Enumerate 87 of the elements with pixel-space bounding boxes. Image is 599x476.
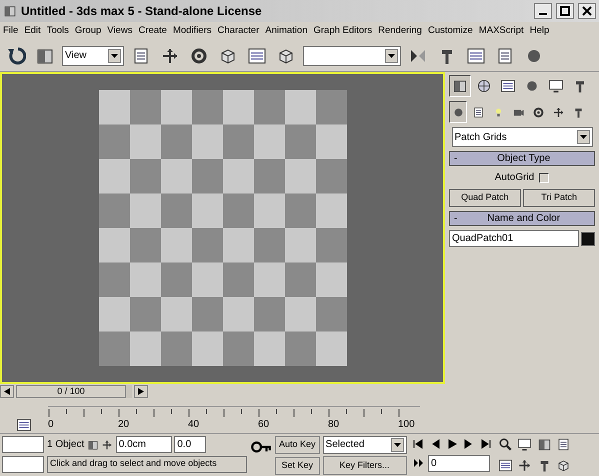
category-dropdown[interactable]: Patch Grids xyxy=(452,127,592,147)
close-icon xyxy=(581,5,593,17)
gear-icon xyxy=(532,106,544,118)
color-swatch[interactable] xyxy=(581,232,595,246)
set-key-button[interactable]: Set Key xyxy=(275,456,320,475)
object-type-button[interactable]: Tri Patch xyxy=(523,189,595,207)
zoom-icon xyxy=(498,437,513,452)
selection-count: 1 Object xyxy=(47,438,84,452)
auto-key-button[interactable]: Auto Key xyxy=(275,436,320,454)
menu-item[interactable]: Character xyxy=(218,24,260,38)
panel-tab[interactable] xyxy=(449,75,471,97)
menu-item[interactable]: Create xyxy=(138,24,167,38)
maxscript-listener-field[interactable] xyxy=(2,456,44,472)
maximize-icon xyxy=(559,5,571,17)
cube-icon xyxy=(556,458,572,473)
object-name-field[interactable]: QuadPatch01 xyxy=(449,230,578,247)
menu-item[interactable]: Customize xyxy=(428,24,473,38)
menu-item[interactable]: Rendering xyxy=(378,24,422,38)
autogrid-checkbox[interactable] xyxy=(539,172,550,182)
box-icon xyxy=(536,437,552,452)
selection-set-dropdown[interactable] xyxy=(303,46,401,66)
key-filters-button[interactable]: Key Filters... xyxy=(322,456,407,475)
box-icon xyxy=(452,78,468,94)
play-icon xyxy=(446,438,458,450)
dropdown-arrow-icon xyxy=(394,442,401,447)
object-type-button[interactable]: Quad Patch xyxy=(449,189,521,207)
arrows-icon xyxy=(517,458,532,473)
dropdown-arrow-icon xyxy=(111,54,118,58)
list-icon xyxy=(500,78,516,94)
next-frame-button[interactable] xyxy=(134,384,148,398)
name-and-color-rollout-header[interactable]: - Name and Color xyxy=(449,211,595,226)
list-icon xyxy=(466,46,486,66)
tick-label: 60 xyxy=(258,418,270,432)
menu-item[interactable]: File xyxy=(3,24,18,38)
go-to-end-icon xyxy=(480,438,492,450)
tick-label: 40 xyxy=(188,418,200,432)
doc-icon xyxy=(556,437,572,452)
menu-item[interactable]: Graph Editors xyxy=(313,24,372,38)
menu-item[interactable]: Tools xyxy=(46,24,69,38)
dropdown-arrow-icon xyxy=(388,54,395,58)
monitor-icon xyxy=(517,437,532,452)
previous-frame-button[interactable] xyxy=(0,384,14,398)
key-mode-dropdown[interactable]: Selected xyxy=(322,436,407,454)
dropdown-arrow-icon xyxy=(580,135,586,139)
list-icon xyxy=(498,458,513,473)
doc-icon xyxy=(472,106,484,118)
double-arrow-icon xyxy=(412,457,424,469)
sphere-icon xyxy=(452,106,464,118)
monitor-icon xyxy=(548,78,564,94)
undo-icon xyxy=(6,46,26,66)
tick-label: 20 xyxy=(118,418,130,432)
reference-dropdown[interactable]: View xyxy=(62,46,124,66)
menu-item[interactable]: MAXScript xyxy=(478,24,524,38)
menu-item[interactable]: Help xyxy=(530,24,550,38)
menu-item[interactable]: Group xyxy=(74,24,102,38)
autogrid-label: AutoGrid xyxy=(494,171,534,185)
window-title: Untitled - 3ds max 5 - Stand-alone License xyxy=(21,3,263,20)
menu-item[interactable]: Views xyxy=(107,24,132,38)
tick-label: 80 xyxy=(328,418,340,432)
arrows-icon xyxy=(552,106,564,118)
viewport-navigation-button[interactable] xyxy=(516,436,534,453)
viewport-navigation-button[interactable] xyxy=(496,436,514,453)
go-to-start-icon xyxy=(412,438,424,450)
track-bar-icon xyxy=(16,417,32,433)
object-type-rollout-header[interactable]: - Object Type xyxy=(449,151,595,166)
list-icon xyxy=(247,46,267,66)
current-frame-field[interactable]: 0 xyxy=(428,454,490,472)
gear-icon xyxy=(189,46,209,66)
right-arrow-icon xyxy=(138,388,144,394)
menu-item[interactable]: Modifiers xyxy=(172,24,212,38)
minimize-button[interactable] xyxy=(534,3,552,19)
y-coordinate-field[interactable]: 0.0 xyxy=(174,436,206,453)
x-coordinate-field[interactable]: 0.0cm xyxy=(116,436,172,453)
category-button[interactable] xyxy=(449,101,467,123)
close-button[interactable] xyxy=(578,3,596,19)
left-arrow-icon xyxy=(4,388,10,394)
maxscript-listener-field[interactable] xyxy=(2,436,44,453)
status-prompt: Click and drag to select and move objects xyxy=(47,456,247,472)
minimize-icon xyxy=(539,13,547,15)
menu-item[interactable]: Animation xyxy=(265,24,308,38)
maximize-button[interactable] xyxy=(556,3,574,19)
globe-icon xyxy=(476,78,492,94)
viewport[interactable] xyxy=(0,72,445,384)
tick-label: 100 xyxy=(398,418,415,432)
tick-label: 0 xyxy=(48,418,54,432)
menu-item[interactable]: Edit xyxy=(24,24,41,38)
app-icon xyxy=(3,4,17,18)
